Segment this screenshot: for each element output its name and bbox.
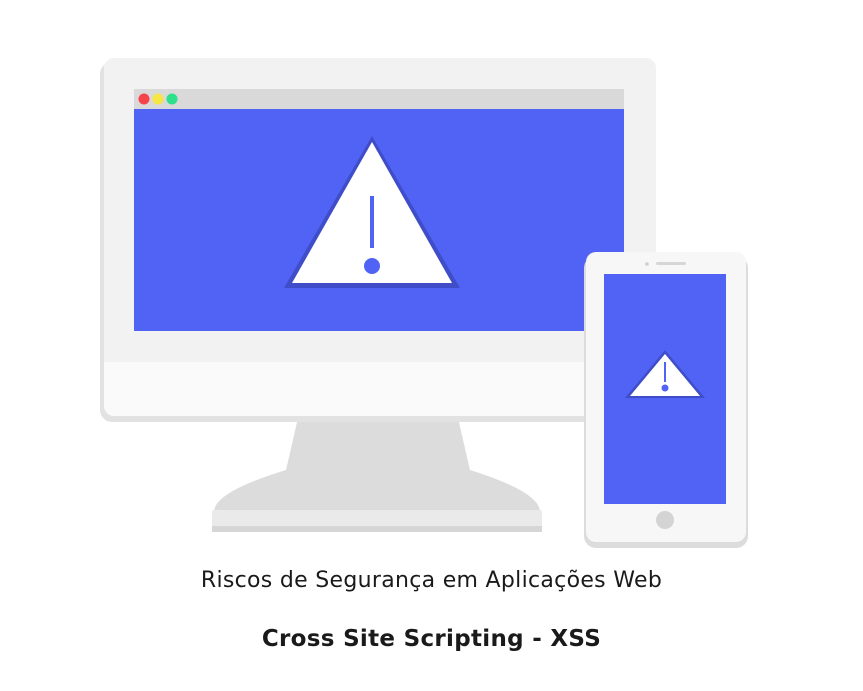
phone-home-button [656,511,674,529]
browser-minimize-dot [152,93,164,105]
browser-maximize-dot [166,93,178,105]
browser-close-dot [138,93,150,105]
page-title: Cross Site Scripting - XSS [261,626,602,652]
monitor-stand [214,418,540,512]
desktop-monitor-icon [100,58,656,532]
browser-title-bar [134,89,624,109]
subtitle: Riscos de Segurança em Aplicações Web [200,568,663,593]
security-illustration [100,58,748,548]
smartphone-icon [584,252,748,548]
